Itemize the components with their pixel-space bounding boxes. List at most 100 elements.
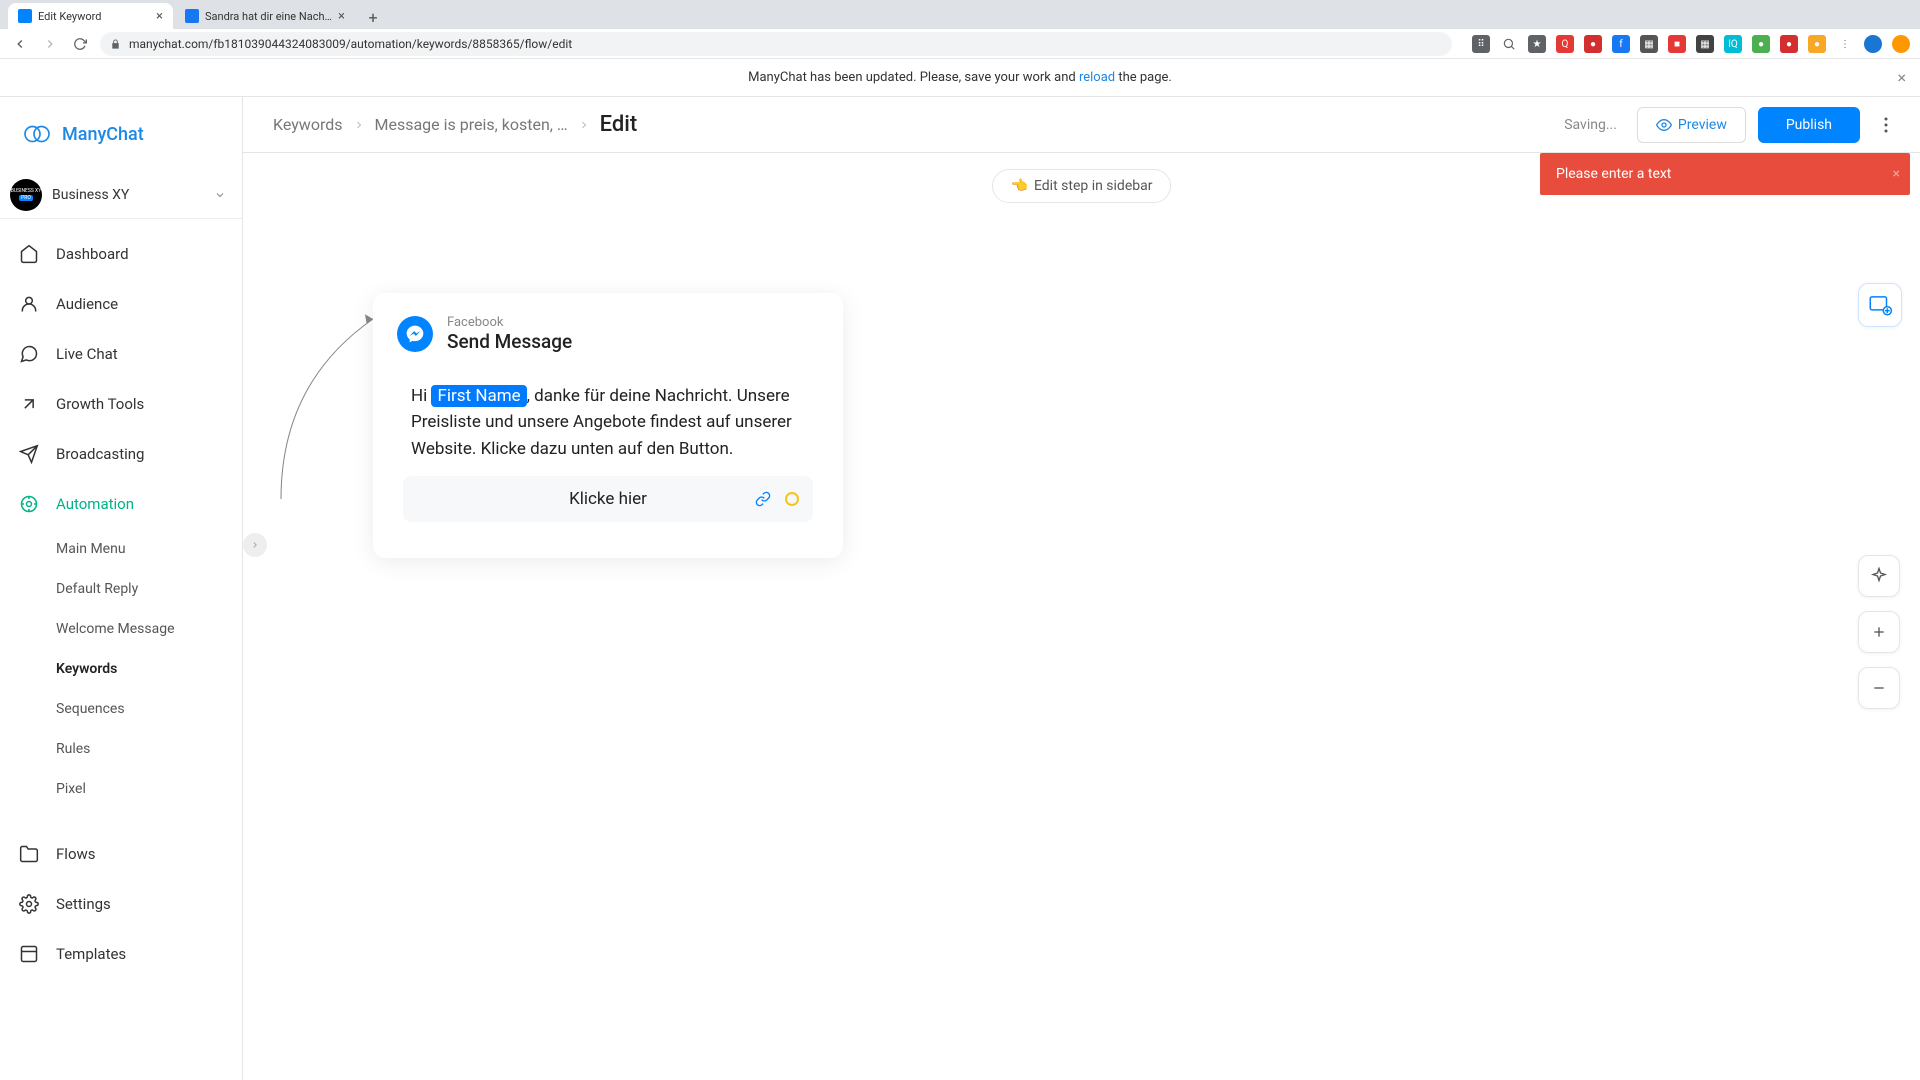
subnav-default-reply[interactable]: Default Reply <box>56 569 242 609</box>
workspace-switcher[interactable]: BUSINESS XY PRO Business XY <box>0 171 242 219</box>
link-icon <box>755 491 771 507</box>
avatar-icon[interactable] <box>1864 35 1882 53</box>
message-button[interactable]: Klicke hier <box>403 476 813 522</box>
sidebar-item-flows[interactable]: Flows <box>0 829 242 879</box>
templates-icon <box>18 943 40 965</box>
extension-icon[interactable]: Q <box>1556 35 1574 53</box>
sidebar-item-label: Live Chat <box>56 345 118 363</box>
manychat-logo-icon <box>22 119 52 149</box>
close-icon[interactable]: × <box>338 9 345 24</box>
connector-port-icon[interactable] <box>785 492 799 506</box>
workspace-name: Business XY <box>52 187 204 203</box>
variable-chip-first-name[interactable]: First Name <box>431 385 526 407</box>
extension-icon[interactable]: ● <box>1584 35 1602 53</box>
breadcrumb-root[interactable]: Keywords <box>273 115 343 134</box>
sidebar-item-dashboard[interactable]: Dashboard <box>0 229 242 279</box>
subnav-keywords[interactable]: Keywords <box>56 649 242 689</box>
arrow-up-right-icon <box>18 393 40 415</box>
message-body[interactable]: Hi First Name, danke für deine Nachricht… <box>397 371 819 528</box>
extension-icon[interactable]: ● <box>1808 35 1826 53</box>
zoom-in-button[interactable] <box>1858 611 1900 653</box>
breadcrumb-mid[interactable]: Message is preis, kosten, … <box>375 115 568 134</box>
zoom-out-button[interactable] <box>1858 667 1900 709</box>
subnav-sequences[interactable]: Sequences <box>56 689 242 729</box>
address-bar: manychat.com/fb181039044324083009/automa… <box>0 29 1920 59</box>
new-tab-button[interactable]: + <box>361 5 385 29</box>
favicon-icon <box>185 9 199 23</box>
sidebar-item-growth-tools[interactable]: Growth Tools <box>0 379 242 429</box>
close-icon[interactable]: × <box>1897 68 1906 87</box>
card-platform: Facebook <box>447 315 572 330</box>
message-text[interactable]: Hi First Name, danke für deine Nachricht… <box>403 379 813 476</box>
flow-canvas[interactable]: Facebook Send Message Hi First Name, dan… <box>243 153 1920 1080</box>
extension-icon[interactable]: ★ <box>1528 35 1546 53</box>
subnav-rules[interactable]: Rules <box>56 729 242 769</box>
menu-icon[interactable]: ⋮ <box>1836 35 1854 53</box>
back-button[interactable] <box>10 34 30 54</box>
publish-button[interactable]: Publish <box>1758 107 1860 143</box>
extension-icon[interactable]: ▦ <box>1640 35 1658 53</box>
favicon-icon <box>18 9 32 23</box>
send-icon <box>18 443 40 465</box>
error-toast: Please enter a text × <box>1540 153 1910 195</box>
sidebar-item-label: Settings <box>56 895 111 913</box>
chevron-right-icon <box>578 119 590 131</box>
add-step-button[interactable] <box>1858 283 1902 327</box>
extension-icon[interactable]: ● <box>1780 35 1798 53</box>
sidebar-item-automation[interactable]: Automation <box>0 479 242 529</box>
sidebar-item-label: Dashboard <box>56 245 129 263</box>
folder-icon <box>18 843 40 865</box>
url-text: manychat.com/fb181039044324083009/automa… <box>129 37 572 51</box>
extension-icon[interactable]: f <box>1612 35 1630 53</box>
extension-icon[interactable] <box>1892 35 1910 53</box>
extension-icon[interactable]: IQ <box>1724 35 1742 53</box>
app-shell: ManyChat BUSINESS XY PRO Business XY Das… <box>0 97 1920 1080</box>
extension-icon[interactable]: ▦ <box>1696 35 1714 53</box>
logo-text: ManyChat <box>62 124 144 145</box>
extension-icon[interactable]: ● <box>1752 35 1770 53</box>
subnav-main-menu[interactable]: Main Menu <box>56 529 242 569</box>
reload-link[interactable]: reload <box>1079 70 1115 85</box>
chevron-down-icon <box>214 189 226 201</box>
sidebar-item-label: Flows <box>56 845 96 863</box>
collapse-handle[interactable] <box>243 533 267 557</box>
sidebar-item-live-chat[interactable]: Live Chat <box>0 329 242 379</box>
breadcrumb: Keywords Message is preis, kosten, … Edi… <box>273 112 637 137</box>
close-icon[interactable]: × <box>156 9 163 24</box>
sidebar: ManyChat BUSINESS XY PRO Business XY Das… <box>0 97 243 1080</box>
extension-icon[interactable] <box>1500 35 1518 53</box>
logo[interactable]: ManyChat <box>0 97 242 171</box>
url-input[interactable]: manychat.com/fb181039044324083009/automa… <box>100 32 1452 56</box>
sidebar-nav: Dashboard Audience Live Chat Growth Tool… <box>0 229 242 529</box>
sidebar-item-label: Broadcasting <box>56 445 144 463</box>
tab-title: Sandra hat dir eine Nachricht <box>205 10 332 23</box>
sidebar-item-settings[interactable]: Settings <box>0 879 242 929</box>
eye-icon <box>1656 117 1672 133</box>
send-message-card[interactable]: Facebook Send Message Hi First Name, dan… <box>373 293 843 558</box>
reload-button[interactable] <box>70 34 90 54</box>
breadcrumb-current: Edit <box>600 112 638 137</box>
user-icon <box>18 293 40 315</box>
extension-icon[interactable]: ■ <box>1668 35 1686 53</box>
save-status: Saving... <box>1564 117 1617 133</box>
subnav-welcome-message[interactable]: Welcome Message <box>56 609 242 649</box>
chat-icon <box>18 343 40 365</box>
sidebar-item-audience[interactable]: Audience <box>0 279 242 329</box>
sidebar-item-templates[interactable]: Templates <box>0 929 242 979</box>
sidebar-item-label: Templates <box>56 945 126 963</box>
automation-subnav: Main Menu Default Reply Welcome Message … <box>0 529 242 809</box>
subnav-pixel[interactable]: Pixel <box>56 769 242 809</box>
extension-icons: ⠿ ★ Q ● f ▦ ■ ▦ IQ ● ● ● ⋮ <box>1472 35 1910 53</box>
more-options-button[interactable] <box>1872 107 1900 143</box>
workspace-avatar: BUSINESS XY PRO <box>10 179 42 211</box>
extension-icon[interactable]: ⠿ <box>1472 35 1490 53</box>
browser-tab-active[interactable]: Edit Keyword × <box>8 3 173 29</box>
gear-icon <box>18 893 40 915</box>
close-icon[interactable]: × <box>1893 166 1900 182</box>
auto-layout-button[interactable] <box>1858 555 1900 597</box>
main-canvas: Keywords Message is preis, kosten, … Edi… <box>243 97 1920 1080</box>
forward-button[interactable] <box>40 34 60 54</box>
sidebar-item-broadcasting[interactable]: Broadcasting <box>0 429 242 479</box>
browser-tab-inactive[interactable]: Sandra hat dir eine Nachricht × <box>175 3 355 29</box>
preview-button[interactable]: Preview <box>1637 107 1746 143</box>
